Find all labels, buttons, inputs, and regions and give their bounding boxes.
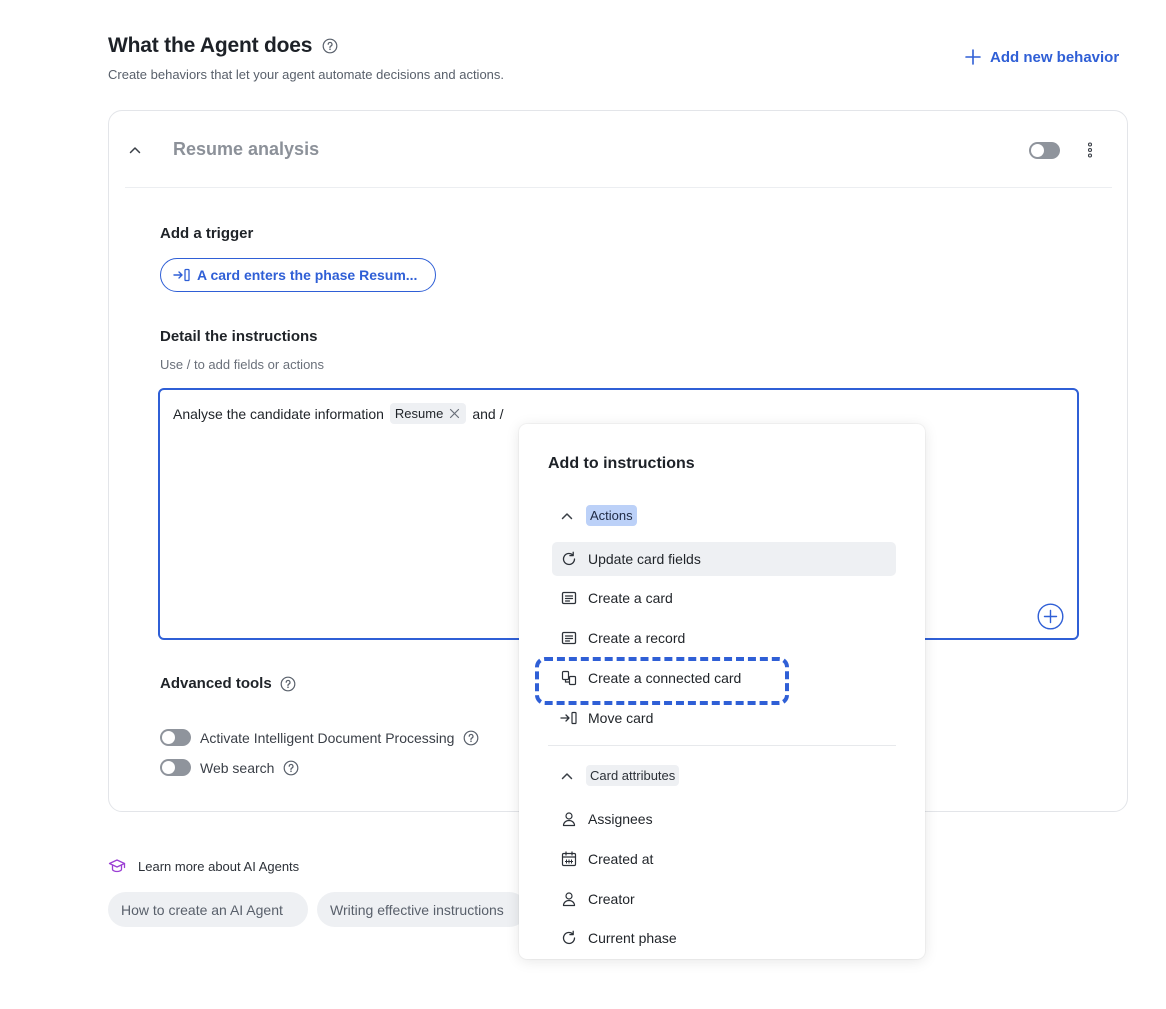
help-icon[interactable] [280,676,296,692]
advanced-tools-text: Advanced tools [160,675,272,692]
idp-label: Activate Intelligent Document Processing [200,729,455,746]
trigger-pill[interactable]: A card enters the phase Resum... [160,258,436,292]
menu-item-label: Creator [588,891,635,907]
page-subtitle: Create behaviors that let your agent aut… [108,67,505,82]
actions-group-label: Actions [586,505,637,526]
refresh-icon [560,929,578,947]
help-icon[interactable] [283,760,299,776]
menu-item-label: Create a connected card [588,670,742,686]
menu-item-update-card-fields[interactable]: Update card fields [552,542,896,576]
tool-row-idp: Activate Intelligent Document Processing [160,729,479,746]
chevron-up-icon[interactable] [560,769,574,783]
record-icon [560,629,578,647]
menu-item-create-connected-card[interactable]: Create a connected card [552,661,896,695]
writing-instructions-link[interactable]: Writing effective instructions [317,892,527,927]
web-search-toggle[interactable] [160,759,191,776]
card-icon [560,589,578,607]
how-to-create-link[interactable]: How to create an AI Agent [108,892,308,927]
field-chip-label: Resume [394,406,444,421]
person-icon [560,810,578,828]
person-icon [560,890,578,908]
card-attributes-group-label: Card attributes [586,765,680,786]
close-icon[interactable] [449,408,460,419]
menu-item-current-phase[interactable]: Current phase [552,921,896,955]
field-chip[interactable]: Resume [389,403,467,424]
menu-item-label: Current phase [588,930,677,946]
menu-item-label: Create a record [588,630,686,646]
add-new-behavior-label: Add new behavior [990,48,1120,66]
editor-text-before: Analyse the candidate information [173,405,384,422]
web-search-label: Web search [200,759,275,776]
toggle-knob [162,761,175,774]
editor-content[interactable]: Analyse the candidate information Resume… [173,403,503,424]
group-header-actions[interactable]: Actions [560,505,637,526]
graduation-cap-icon [108,857,126,875]
refresh-icon [560,550,578,568]
menu-item-assignees[interactable]: Assignees [552,802,896,836]
instructions-section-label: Detail the instructions [160,328,318,345]
menu-item-label: Assignees [588,811,653,827]
chevron-up-icon[interactable] [124,139,146,161]
toggle-knob [1031,144,1044,157]
menu-item-label: Created at [588,851,654,867]
chevron-up-icon[interactable] [560,509,574,523]
learn-more-label: Learn more about AI Agents [138,858,300,874]
help-icon[interactable] [322,38,338,54]
menu-item-create-record[interactable]: Create a record [552,621,896,655]
help-icon[interactable] [463,730,479,746]
menu-item-label: Create a card [588,590,673,606]
popup-title: Add to instructions [548,455,695,472]
move-icon [560,709,578,727]
toggle-knob [162,731,175,744]
menu-item-label: Move card [588,710,654,726]
menu-item-create-card[interactable]: Create a card [552,581,896,615]
more-options-icon[interactable] [1080,140,1100,160]
connected-card-icon [560,669,578,687]
menu-item-creator[interactable]: Creator [552,882,896,916]
learn-more: Learn more about AI Agents [108,857,299,875]
idp-toggle[interactable] [160,729,191,746]
behavior-name[interactable]: Resume analysis [173,139,319,160]
add-new-behavior-button[interactable]: Add new behavior [964,48,1119,66]
menu-item-move-card[interactable]: Move card [552,701,896,735]
trigger-section-label: Add a trigger [160,225,254,242]
move-phase-icon [173,268,191,282]
popup-divider [548,745,896,746]
instructions-hint: Use / to add fields or actions [160,357,325,372]
plus-icon [964,48,982,66]
card-divider [125,187,1112,188]
calendar-icon [560,850,578,868]
menu-item-label: Update card fields [588,551,701,567]
editor-text-after: and / [472,405,504,422]
behavior-toggle[interactable] [1029,142,1060,159]
menu-item-created-at[interactable]: Created at [552,842,896,876]
trigger-pill-label: A card enters the phase Resum... [197,267,418,283]
advanced-tools-label: Advanced tools [160,675,296,692]
page-title: What the Agent does [108,34,338,58]
group-header-card-attributes[interactable]: Card attributes [560,765,680,786]
add-circle-icon[interactable] [1037,603,1064,630]
page-title-text: What the Agent does [108,34,313,57]
tool-row-web-search: Web search [160,759,299,776]
